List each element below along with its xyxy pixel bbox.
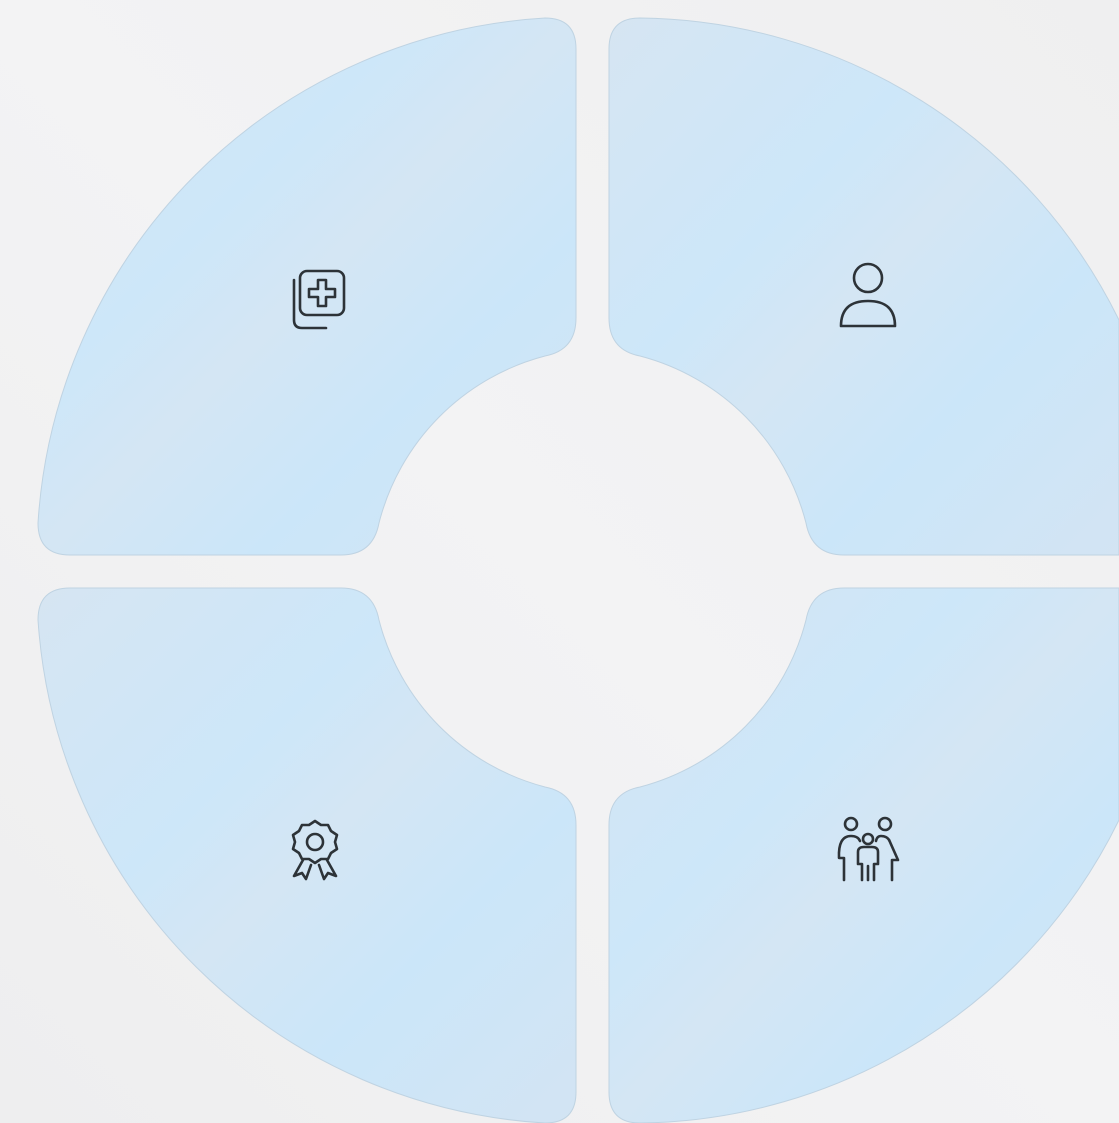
circular-segment-diagram bbox=[0, 0, 1119, 1123]
diagram-canvas bbox=[0, 0, 1119, 1123]
